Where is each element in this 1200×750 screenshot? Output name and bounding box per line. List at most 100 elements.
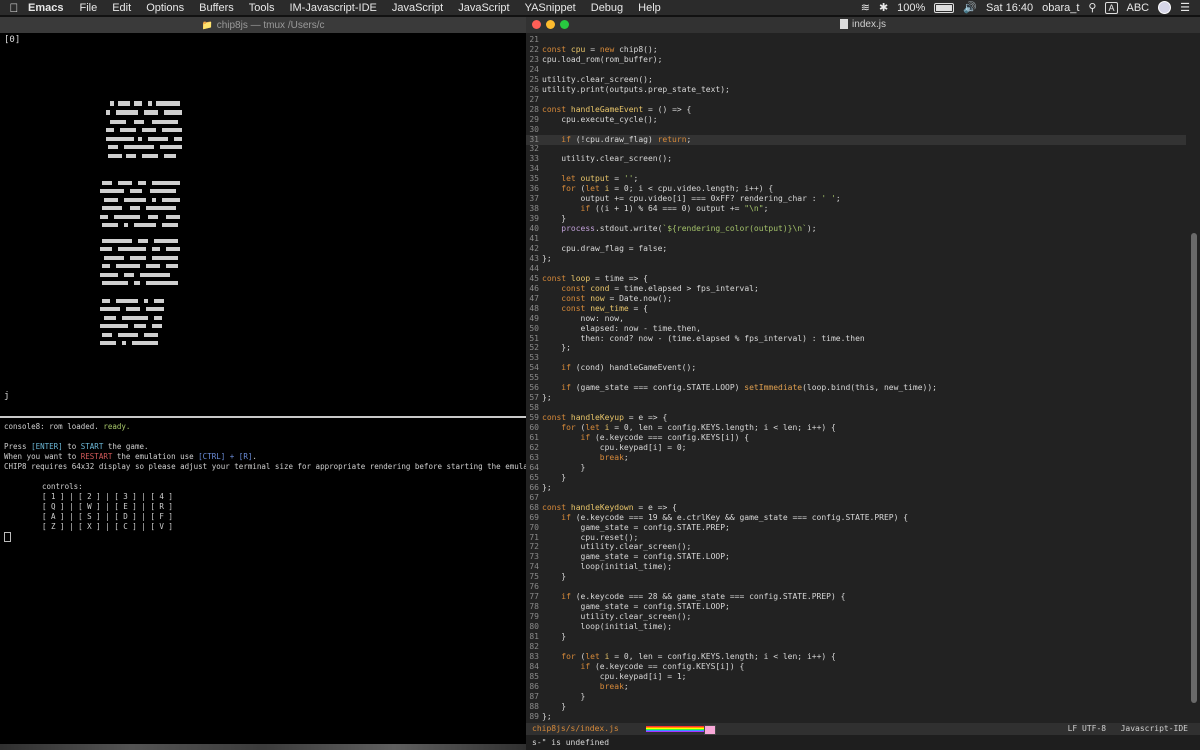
modeline-file[interactable]: chip8js/s/index.js [532,723,619,735]
code-line[interactable]: 24 [526,65,1186,75]
code-line[interactable]: 34 [526,164,1186,174]
user-name[interactable]: obara_t [1042,2,1079,14]
code-line[interactable]: 80 loop(initial_time); [526,622,1186,632]
close-button[interactable] [532,20,541,29]
code-line[interactable]: 62 cpu.keypad[i] = 0; [526,443,1186,453]
code-line[interactable]: 85 cpu.keypad[i] = 1; [526,672,1186,682]
code-line[interactable]: 68 const handleKeydown = e => { [526,503,1186,513]
code-line[interactable]: 40 process.stdout.write(`${rendering_col… [526,224,1186,234]
code-line[interactable]: 56 if (game_state === config.STATE.LOOP)… [526,383,1186,393]
input-source-icon[interactable]: A [1105,1,1118,14]
code-line[interactable]: 87 } [526,692,1186,702]
code-line[interactable]: 42 cpu.draw_flag = false; [526,244,1186,254]
avatar[interactable] [1158,1,1172,14]
code-line[interactable]: 47 const now = Date.now(); [526,294,1186,304]
code-line[interactable]: 30 [526,125,1186,135]
code-line[interactable]: 82 [526,642,1186,652]
menu-options[interactable]: Options [146,2,184,14]
code-line[interactable]: 27 [526,95,1186,105]
menu-javascript-1[interactable]: JavaScript [392,2,443,14]
code-line[interactable]: 78 game_state = config.STATE.LOOP; [526,602,1186,612]
code-line[interactable]: 77 if (e.keycode === 28 && game_state ==… [526,592,1186,602]
terminal-cursor[interactable] [4,532,11,542]
code-line[interactable]: 89}; [526,712,1186,722]
code-line[interactable]: 73 game_state = config.STATE.LOOP; [526,552,1186,562]
emacs-titlebar[interactable]: index.js [526,17,1200,33]
code-line[interactable]: 67 [526,493,1186,503]
code-line[interactable]: 48 const new_time = { [526,304,1186,314]
menu-app-name[interactable]: Emacs [28,2,63,14]
input-source-name[interactable]: ABC [1127,2,1150,14]
code-line[interactable]: 60 for (let i = 0, len = config.KEYS.len… [526,423,1186,433]
bluetooth-icon[interactable]: ✱ [879,1,888,14]
code-line[interactable]: 36 for (let i = 0; i < cpu.video.length;… [526,184,1186,194]
code-line[interactable]: 23 cpu.load_rom(rom_buffer); [526,55,1186,65]
battery-icon[interactable] [934,2,955,13]
code-line[interactable]: 53 [526,353,1186,363]
search-icon[interactable]: ⚲ [1088,1,1096,14]
code-line[interactable]: 44 [526,264,1186,274]
code-line[interactable]: 54 if (cond) handleGameEvent(); [526,363,1186,373]
code-line[interactable]: 63 break; [526,453,1186,463]
minimize-button[interactable] [546,20,555,29]
wifi-icon[interactable]: ≋ [861,1,870,14]
code-line[interactable]: 52 }; [526,343,1186,353]
menu-debug[interactable]: Debug [591,2,623,14]
code-line[interactable]: 55 [526,373,1186,383]
apple-icon[interactable]:  [0,1,28,15]
menu-buffers[interactable]: Buffers [199,2,234,14]
code-line[interactable]: 43}; [526,254,1186,264]
code-line[interactable]: 51 then: cond? now - (time.elapsed % fps… [526,334,1186,344]
code-line[interactable]: 79 utility.clear_screen(); [526,612,1186,622]
volume-icon[interactable]: 🔊 [963,1,977,14]
chip8-display-pane[interactable]: [0] j [0,33,526,416]
code-editor[interactable]: 21 22 const cpu = new chip8(); 23 cpu.load_r… [526,33,1200,723]
code-line[interactable]: 33 utility.clear_screen(); [526,154,1186,164]
code-line[interactable]: 75 } [526,572,1186,582]
code-line[interactable]: 57}; [526,393,1186,403]
menu-file[interactable]: File [79,2,97,14]
code-line[interactable]: 83 for (let i = 0, len = config.KEYS.len… [526,652,1186,662]
code-line[interactable]: 25 utility.clear_screen(); [526,75,1186,85]
code-line[interactable]: 26 utility.print(outputs.prep_state_text)… [526,85,1186,95]
code-line[interactable]: 70 game_state = config.STATE.PREP; [526,523,1186,533]
code-line[interactable]: 38 if ((i + 1) % 64 === 0) output += "\n… [526,204,1186,214]
code-line[interactable]: 35 let output = ''; [526,174,1186,184]
code-line[interactable]: 72 utility.clear_screen(); [526,542,1186,552]
list-icon[interactable]: ☰ [1180,1,1190,14]
console-pane[interactable]: console8: rom loaded. ready. Press [ENTE… [0,420,550,750]
clock[interactable]: Sat 16:40 [986,2,1033,14]
code-line[interactable]: 88 } [526,702,1186,712]
code-line[interactable]: 41 [526,234,1186,244]
menu-yasnippet[interactable]: YASnippet [525,2,576,14]
code-line[interactable]: 66}; [526,483,1186,493]
minibuffer[interactable]: s-" is undefined [526,735,1200,750]
terminal-titlebar[interactable]: 📁 chip8js — tmux /Users/c [0,17,526,33]
code-line[interactable]: 71 cpu.reset(); [526,533,1186,543]
code-line[interactable]: 29 cpu.execute_cycle(); [526,115,1186,125]
code-line[interactable]: 28 const handleGameEvent = () => { [526,105,1186,115]
code-line[interactable]: 45 const loop = time => { [526,274,1186,284]
code-line[interactable]: 58 [526,403,1186,413]
battery-percent[interactable]: 100% [897,2,925,14]
code-line[interactable]: 59 const handleKeyup = e => { [526,413,1186,423]
menu-javascript-2[interactable]: JavaScript [458,2,509,14]
code-line[interactable]: 84 if (e.keycode == config.KEYS[i]) { [526,662,1186,672]
menu-help[interactable]: Help [638,2,661,14]
code-line[interactable]: 86 break; [526,682,1186,692]
code-line[interactable]: 21 [526,35,1186,45]
code-line[interactable]: 65 } [526,473,1186,483]
menu-tools[interactable]: Tools [249,2,275,14]
code-line[interactable]: 81 } [526,632,1186,642]
code-line[interactable]: 74 loop(initial_time); [526,562,1186,572]
tmux-pane-divider[interactable] [0,416,526,418]
code-line[interactable]: 39 } [526,214,1186,224]
code-line[interactable]: 37 output += cpu.video[i] === 0xFF? rend… [526,194,1186,204]
code-line[interactable]: 76 [526,582,1186,592]
scrollbar[interactable] [1191,233,1197,703]
code-line[interactable]: 64 } [526,463,1186,473]
code-line[interactable]: 69 if (e.keycode === 19 && e.ctrlKey && … [526,513,1186,523]
code-line[interactable]: 46 const cond = time.elapsed > fps_inter… [526,284,1186,294]
zoom-button[interactable] [560,20,569,29]
code-line[interactable]: 31 if (!cpu.draw_flag) return; [526,134,1186,145]
